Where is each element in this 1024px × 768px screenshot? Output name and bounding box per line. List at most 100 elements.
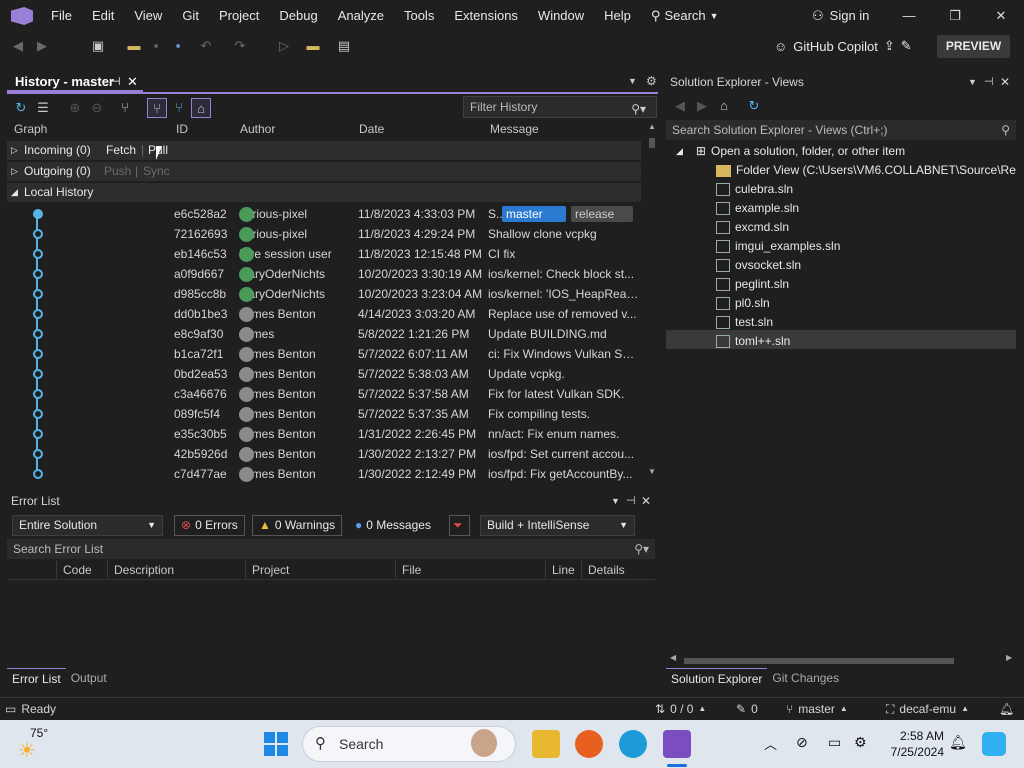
open-folder-icon[interactable]: ▬ [126, 38, 142, 54]
build-source-dropdown[interactable]: Build + IntelliSense ▼ [480, 515, 635, 536]
history-row[interactable]: 42b5926d James Benton 1/30/2022 2:13:27 PM… [7, 444, 641, 464]
errors-filter-button[interactable]: ⊗ 0 Errors [174, 515, 245, 536]
warnings-filter-button[interactable]: ▲ 0 Warnings [252, 515, 343, 536]
history-row[interactable]: d985cc8b GaryOderNichts 10/20/2023 3:23:04… [7, 284, 641, 304]
pin-icon[interactable]: ⊣ [111, 72, 121, 92]
menu-window[interactable]: Window [528, 0, 594, 32]
panel-dropdown-icon[interactable]: ▼ [968, 72, 977, 92]
gear-icon[interactable]: ⚙ [646, 74, 657, 88]
chevron-up-icon[interactable]: ︿ [764, 734, 777, 753]
history-row[interactable]: 089fc5f4 James Benton 5/7/2022 5:37:35 AM F… [7, 404, 641, 424]
status-commits[interactable]: ⇅ 0 / 0 ▲ [655, 698, 706, 720]
sign-in-button[interactable]: ⚇ Sign in [812, 0, 869, 32]
status-branch[interactable]: ⑂ master ▲ [786, 698, 848, 720]
tab-solution-explorer[interactable]: Solution Explorer [666, 668, 768, 688]
close-tab-icon[interactable]: ✕ [127, 72, 138, 92]
close-icon[interactable]: ✕ [1000, 72, 1010, 92]
solution-file-item[interactable]: toml++.sln [716, 332, 790, 351]
menu-extensions[interactable]: Extensions [444, 0, 528, 32]
outgoing-section[interactable]: ▷ Outgoing (0) Push | Sync [7, 162, 641, 181]
menu-file[interactable]: File [41, 0, 82, 32]
tab-error-list[interactable]: Error List [7, 668, 66, 688]
nav-forward-icon[interactable]: ▶ [34, 38, 50, 54]
forward-icon[interactable]: ▶ [692, 96, 712, 116]
start-debug-icon[interactable]: ▷ [276, 38, 292, 54]
refresh-icon[interactable]: ↻ [11, 98, 31, 118]
show-tags-icon[interactable]: ⌂ [191, 98, 211, 118]
history-row[interactable]: 0bd2ea53 James Benton 5/7/2022 5:38:03 AM U… [7, 364, 641, 384]
solution-file-item[interactable]: peglint.sln [716, 275, 789, 294]
solution-file-item[interactable]: pl0.sln [716, 294, 770, 313]
col-author[interactable]: Author [240, 122, 275, 136]
col-details[interactable]: Details [582, 561, 655, 579]
history-row[interactable]: b1ca72f1 James Benton 5/7/2022 6:07:11 AM c… [7, 344, 641, 364]
history-row[interactable]: e6c528a2 qurious-pixel 11/8/2023 4:33:03 P… [7, 204, 641, 224]
menu-analyze[interactable]: Analyze [328, 0, 394, 32]
taskbar-search-box[interactable]: ⚲ Search [302, 726, 516, 762]
save-icon[interactable]: ▪ [148, 38, 164, 54]
folder-view-icon[interactable]: ▬ [305, 38, 321, 54]
col-code[interactable]: Code [57, 561, 108, 579]
scroll-thumb[interactable] [649, 138, 655, 148]
display-icon[interactable]: ▭ [828, 734, 841, 751]
col-date[interactable]: Date [359, 122, 384, 136]
close-button[interactable]: ✕ [978, 0, 1024, 32]
search-solution-explorer-input[interactable]: Search Solution Explorer - Views (Ctrl+;… [666, 120, 1016, 140]
menu-git[interactable]: Git [172, 0, 209, 32]
minimize-button[interactable]: — [886, 0, 932, 32]
incoming-section[interactable]: ▷ Incoming (0) Fetch | Pull [7, 141, 641, 160]
history-row[interactable]: e35c30b5 James Benton 1/31/2022 2:26:45 PM… [7, 424, 641, 444]
home-icon[interactable]: ⌂ [714, 96, 734, 116]
copilot-taskbar-icon[interactable] [982, 732, 1006, 756]
col-file[interactable]: File [396, 561, 546, 579]
tag-release[interactable]: release [571, 206, 633, 222]
sync-link[interactable]: Sync [143, 162, 170, 181]
messages-filter-button[interactable]: ● 0 Messages [348, 515, 438, 536]
solution-file-item[interactable]: imgui_examples.sln [716, 237, 840, 256]
menu-help[interactable]: Help [594, 0, 641, 32]
solution-file-item[interactable]: excmd.sln [716, 218, 789, 237]
show-first-parent-icon[interactable]: ⑂ [147, 98, 167, 118]
filter-history-input[interactable]: Filter History ⚲▾ [463, 96, 657, 118]
start-button[interactable] [264, 732, 288, 756]
save-all-icon[interactable]: ▪ [170, 38, 186, 54]
solution-file-item[interactable]: ovsocket.sln [716, 256, 801, 275]
tab-history[interactable]: History - master ⊣ ✕ [7, 72, 143, 92]
se-horizontal-scrollbar[interactable]: ◀ ▶ [670, 653, 1012, 664]
push-link[interactable]: Push [104, 162, 131, 181]
new-project-icon[interactable]: ▣ [90, 38, 106, 54]
firefox-icon[interactable] [575, 730, 603, 758]
zoom-in-icon[interactable]: ⊕ [65, 98, 85, 118]
branch-icon[interactable]: ⑂ [115, 98, 135, 118]
feedback-icon[interactable]: ✎ [901, 38, 912, 54]
redo-icon[interactable]: ↷ [232, 38, 248, 54]
list-icon[interactable]: ☰ [33, 98, 53, 118]
file-explorer-icon[interactable] [532, 730, 560, 758]
search-menu[interactable]: ⚲ Search ▼ [641, 0, 729, 32]
nav-back-icon[interactable]: ◀ [10, 38, 26, 54]
pin-icon[interactable]: ⊣ [626, 491, 636, 511]
network-off-icon[interactable]: ⊘ [796, 734, 808, 751]
refresh-icon[interactable]: ↻ [744, 96, 764, 116]
col-graph[interactable]: Graph [14, 122, 47, 136]
scroll-thumb[interactable] [684, 658, 954, 664]
restore-button[interactable]: ❐ [932, 0, 978, 32]
history-row[interactable]: c7d477ae James Benton 1/30/2022 2:12:49 PM… [7, 464, 641, 484]
panel-dropdown-icon[interactable]: ▼ [628, 76, 637, 86]
search-error-list-input[interactable]: Search Error List ⚲▾ [7, 539, 655, 559]
history-row[interactable]: a0f9d667 GaryOderNichts 10/20/2023 3:30:19… [7, 264, 641, 284]
tab-git-changes[interactable]: Git Changes [767, 668, 844, 688]
tab-output[interactable]: Output [66, 668, 112, 688]
branch-tag-master[interactable]: master [502, 206, 566, 222]
close-icon[interactable]: ✕ [641, 491, 651, 511]
status-changes[interactable]: ✎ 0 [736, 698, 758, 720]
solution-file-item[interactable]: example.sln [716, 199, 799, 218]
scope-dropdown[interactable]: Entire Solution ▼ [12, 515, 163, 536]
history-row[interactable]: dd0b1be3 James Benton 4/14/2023 3:03:20 AM… [7, 304, 641, 324]
preview-badge[interactable]: PREVIEW [937, 35, 1010, 58]
status-repo[interactable]: ⛶ decaf-emu ▲ [886, 698, 969, 720]
col-message[interactable]: Message [490, 122, 539, 136]
fetch-link[interactable]: Fetch [106, 141, 136, 160]
share-icon[interactable]: ⇪ [884, 38, 895, 54]
local-history-section[interactable]: ◢ Local History [7, 183, 641, 202]
